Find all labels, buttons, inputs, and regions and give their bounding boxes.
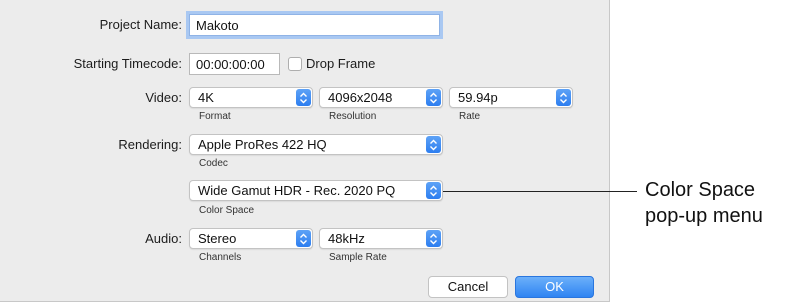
popup-arrows-icon bbox=[426, 89, 441, 106]
audio-channels-popup[interactable]: Stereo bbox=[189, 228, 313, 249]
drop-frame-label: Drop Frame bbox=[306, 56, 376, 71]
codec-value: Apple ProRes 422 HQ bbox=[198, 137, 327, 152]
popup-arrows-icon bbox=[296, 89, 311, 106]
starting-timecode-field[interactable]: 00:00:00:00 bbox=[189, 53, 280, 75]
channels-caption: Channels bbox=[199, 252, 242, 263]
color-space-caption: Color Space bbox=[199, 205, 255, 216]
callout-line-1: Color Space bbox=[645, 179, 756, 201]
codec-popup[interactable]: Apple ProRes 422 HQ bbox=[189, 134, 443, 155]
project-settings-panel: Project Name: Makoto Starting Timecode: … bbox=[0, 0, 610, 302]
audio-channels-value: Stereo bbox=[198, 231, 237, 246]
popup-arrows-icon bbox=[426, 230, 441, 247]
color-space-value: Wide Gamut HDR - Rec. 2020 PQ bbox=[198, 183, 396, 198]
video-format-value: 4K bbox=[198, 90, 214, 105]
audio-label: Audio: bbox=[145, 231, 182, 246]
callout-line-2: pop-up menu bbox=[645, 205, 763, 227]
audio-sample-rate-value: 48kHz bbox=[328, 231, 365, 246]
cancel-button[interactable]: Cancel bbox=[428, 276, 508, 298]
popup-arrows-icon bbox=[426, 136, 441, 153]
project-name-field[interactable]: Makoto bbox=[189, 14, 440, 36]
video-rate-popup[interactable]: 59.94p bbox=[449, 87, 573, 108]
resolution-caption: Resolution bbox=[329, 111, 377, 122]
format-caption: Format bbox=[199, 111, 231, 122]
color-space-popup[interactable]: Wide Gamut HDR - Rec. 2020 PQ bbox=[189, 180, 443, 201]
video-label: Video: bbox=[145, 90, 182, 105]
callout-leader-line bbox=[443, 191, 637, 192]
video-rate-value: 59.94p bbox=[458, 90, 498, 105]
ok-button[interactable]: OK bbox=[515, 276, 594, 298]
video-format-popup[interactable]: 4K bbox=[189, 87, 313, 108]
rendering-label: Rendering: bbox=[118, 137, 182, 152]
drop-frame-checkbox[interactable] bbox=[288, 57, 302, 71]
video-resolution-popup[interactable]: 4096x2048 bbox=[319, 87, 443, 108]
sample-rate-caption: Sample Rate bbox=[329, 252, 387, 263]
rate-caption: Rate bbox=[459, 111, 481, 122]
popup-arrows-icon bbox=[296, 230, 311, 247]
video-resolution-value: 4096x2048 bbox=[328, 90, 393, 105]
popup-arrows-icon bbox=[556, 89, 571, 106]
audio-sample-rate-popup[interactable]: 48kHz bbox=[319, 228, 443, 249]
codec-caption: Codec bbox=[199, 158, 228, 169]
popup-arrows-icon bbox=[426, 182, 441, 199]
project-name-label: Project Name: bbox=[99, 17, 182, 32]
starting-timecode-label: Starting Timecode: bbox=[73, 56, 182, 71]
